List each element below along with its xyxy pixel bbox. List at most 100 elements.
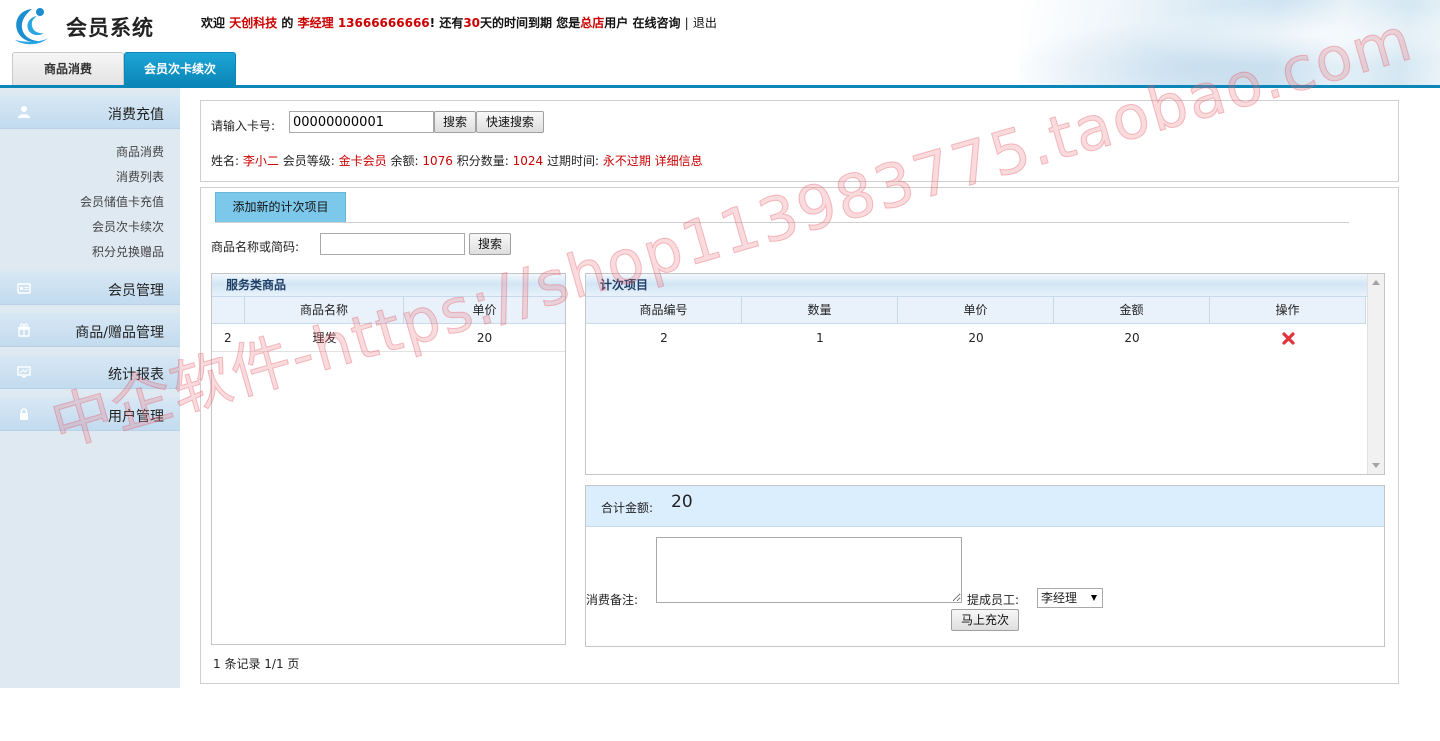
level-label: 会员等级:	[282, 154, 335, 168]
sidebar-group-label: 消费充值	[108, 107, 164, 123]
submit-renew-button[interactable]: 马上充次	[951, 609, 1019, 631]
welcome-text: ! 还有	[429, 16, 464, 30]
header: 会员系统 欢迎 天创科技 的 李经理 13666666666! 还有30天的时间…	[0, 0, 1440, 88]
column-header: 商品名称	[245, 297, 404, 324]
id-card-icon	[17, 283, 31, 294]
tab-product-consume[interactable]: 商品消费	[12, 52, 124, 85]
company-name: 天创科技	[229, 16, 278, 30]
chevron-down-icon	[1091, 595, 1097, 601]
delete-icon[interactable]	[1281, 332, 1295, 345]
staff-label: 提成员工:	[967, 593, 1020, 607]
store-name: 总店	[580, 16, 605, 30]
grid-title: 计次项目	[586, 274, 1367, 297]
column-header: 单价	[472, 303, 497, 317]
column-header: 操作	[1210, 297, 1366, 324]
sidebar-group-label: 用户管理	[108, 409, 164, 425]
sidebar-group-product[interactable]: 商品/赠品管理	[0, 313, 180, 347]
quick-search-button[interactable]: 快速搜索	[476, 111, 544, 133]
welcome-text: 天的时间到期 您是	[480, 16, 581, 30]
product-price: 20	[476, 331, 493, 345]
count-items-grid: 计次项目 商品编号 数量 单价 金额 操作 2 1 20 20	[585, 273, 1385, 475]
column-header: 单价	[898, 297, 1054, 324]
gift-icon	[18, 323, 30, 337]
sidebar-group-consume[interactable]: 消费充值	[0, 95, 180, 129]
tab-card-renew[interactable]: 会员次卡续次	[124, 52, 236, 85]
product-search-button[interactable]: 搜索	[469, 233, 511, 255]
remark-textarea[interactable]	[656, 537, 962, 603]
welcome-text: 欢迎	[201, 16, 226, 30]
top-tabs: 商品消费 会员次卡续次	[12, 52, 236, 85]
balance-label: 余额:	[390, 154, 419, 168]
item-code: 2	[660, 331, 668, 345]
column-header: 商品编号	[586, 297, 742, 324]
vertical-scrollbar[interactable]	[1367, 274, 1384, 474]
monitor-icon	[17, 366, 31, 378]
sidebar-item-stored-value[interactable]: 会员储值卡充值	[80, 193, 164, 210]
scroll-up-icon[interactable]	[1372, 280, 1380, 285]
expire-label: 过期时间:	[546, 154, 599, 168]
tab-add-count-item[interactable]: 添加新的计次项目	[215, 192, 346, 223]
header-banner-image	[1020, 0, 1440, 86]
member-balance: 1076	[422, 154, 453, 168]
sidebar-item-consume-list[interactable]: 消费列表	[116, 168, 164, 185]
sidebar-item-points-exchange[interactable]: 积分兑换赠品	[92, 243, 164, 260]
welcome-text: 用户	[604, 16, 629, 30]
product-search-input[interactable]	[320, 233, 465, 255]
total-bar: 合计金额: 20	[586, 486, 1384, 527]
grid-title: 服务类商品	[212, 274, 565, 297]
service-products-grid: 服务类商品 商品名称 单价 2 理发 20	[211, 273, 566, 645]
days-left: 30	[463, 16, 481, 30]
sidebar-group-users[interactable]: 用户管理	[0, 397, 180, 431]
sidebar: 消费充值 商品消费 消费列表 会员储值卡充值 会员次卡续次 积分兑换赠品 会员管…	[0, 88, 180, 688]
subtab-divider	[215, 222, 1349, 223]
member-name: 李小二	[242, 154, 279, 168]
sidebar-group-label: 商品/赠品管理	[75, 325, 164, 341]
detail-info-link[interactable]: 详细信息	[655, 154, 703, 168]
staff-selected: 李经理	[1041, 591, 1078, 605]
user-icon	[18, 106, 30, 118]
row-number: 2	[224, 331, 232, 345]
staff-select[interactable]: 李经理	[1037, 588, 1103, 608]
table-row: 2 1 20 20	[586, 325, 1366, 352]
item-price: 20	[968, 331, 984, 345]
name-label: 姓名:	[211, 154, 240, 168]
lock-icon	[20, 408, 28, 420]
scroll-down-icon[interactable]	[1372, 463, 1380, 468]
sidebar-group-member[interactable]: 会员管理	[0, 271, 180, 305]
sidebar-group-label: 会员管理	[108, 283, 164, 299]
item-action	[1210, 325, 1366, 352]
card-number-label: 请输入卡号:	[211, 119, 276, 133]
card-search-button[interactable]: 搜索	[434, 111, 476, 133]
remark-label: 消费备注:	[586, 593, 639, 607]
member-expire: 永不过期	[602, 154, 651, 168]
summary-panel: 合计金额: 20 消费备注: 提成员工: 李经理 马上充次	[585, 485, 1385, 647]
sidebar-item-product-consume[interactable]: 商品消费	[116, 143, 164, 160]
main-panel: 添加新的计次项目 商品名称或简码: 搜索 服务类商品 商品名称 单价 2 理发 …	[200, 187, 1399, 684]
total-label: 合计金额:	[601, 501, 654, 515]
app-title: 会员系统	[66, 16, 154, 40]
card-number-input[interactable]	[289, 111, 434, 133]
user-phone: 13666666666	[337, 16, 430, 30]
member-level: 金卡会员	[338, 154, 387, 168]
item-amount: 20	[1124, 331, 1140, 345]
sidebar-group-label: 统计报表	[108, 367, 164, 383]
sidebar-group-reports[interactable]: 统计报表	[0, 355, 180, 389]
pagination-info: 1 条记录 1/1 页	[213, 657, 300, 671]
user-name: 李经理	[297, 16, 334, 30]
member-points: 1024	[512, 154, 544, 168]
logout-link[interactable]: 退出	[693, 16, 717, 30]
logo-icon	[15, 8, 48, 45]
grid-header: 商品名称 单价	[212, 297, 565, 324]
online-consult-link[interactable]: 在线咨询	[632, 16, 680, 30]
product-search-label: 商品名称或简码:	[211, 240, 300, 254]
sidebar-item-card-renew[interactable]: 会员次卡续次	[92, 218, 164, 235]
points-label: 积分数量:	[456, 154, 509, 168]
column-header: 数量	[742, 297, 898, 324]
table-row[interactable]: 2 理发 20	[212, 325, 565, 352]
column-header	[212, 297, 245, 324]
product-name: 理发	[312, 331, 337, 345]
grid-header: 商品编号 数量 单价 金额 操作	[586, 297, 1366, 324]
total-amount: 20	[671, 492, 693, 512]
column-header: 金额	[1054, 297, 1210, 324]
welcome-bar: 欢迎 天创科技 的 李经理 13666666666! 还有30天的时间到期 您是…	[201, 14, 717, 31]
